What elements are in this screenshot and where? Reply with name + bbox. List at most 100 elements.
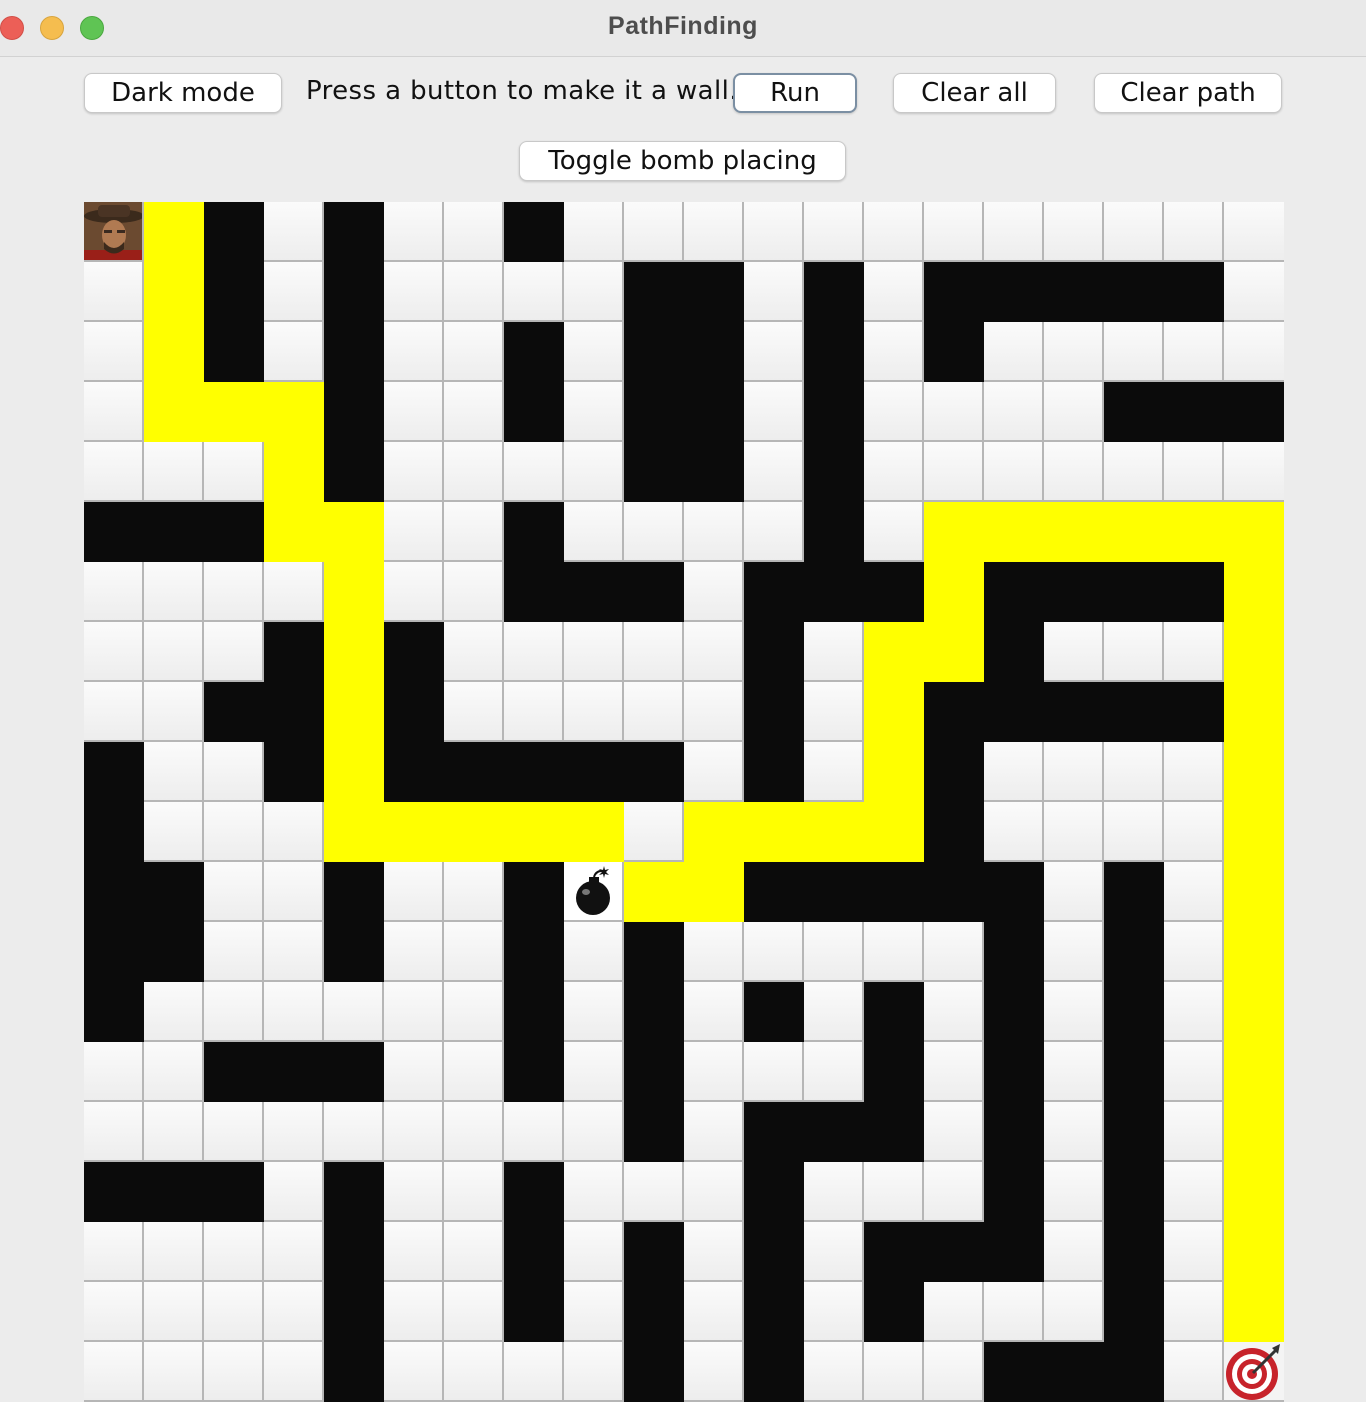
grid-cell-wall[interactable]: [984, 1042, 1044, 1102]
grid-cell-empty[interactable]: [624, 682, 684, 742]
grid-cell-wall[interactable]: [1104, 922, 1164, 982]
grid-cell-empty[interactable]: [1164, 922, 1224, 982]
grid-cell-empty[interactable]: [1164, 1042, 1224, 1102]
grid-cell-empty[interactable]: [804, 922, 864, 982]
grid-cell-path[interactable]: [804, 802, 864, 862]
grid-cell-wall[interactable]: [624, 982, 684, 1042]
grid-cell-empty[interactable]: [384, 982, 444, 1042]
grid-cell-empty[interactable]: [444, 1102, 504, 1162]
grid-cell-wall[interactable]: [624, 922, 684, 982]
grid-cell-wall[interactable]: [804, 502, 864, 562]
grid-cell-empty[interactable]: [744, 262, 804, 322]
grid-cell-wall[interactable]: [1104, 982, 1164, 1042]
grid-cell-wall[interactable]: [1104, 382, 1164, 442]
grid-cell-wall[interactable]: [1224, 382, 1284, 442]
grid-cell-empty[interactable]: [924, 1342, 984, 1402]
grid-cell-empty[interactable]: [924, 982, 984, 1042]
grid-cell-start[interactable]: [84, 202, 144, 262]
grid-cell-wall[interactable]: [324, 262, 384, 322]
grid-cell-empty[interactable]: [144, 622, 204, 682]
grid-cell-wall[interactable]: [384, 682, 444, 742]
run-button[interactable]: Run: [733, 73, 857, 113]
grid-cell-wall[interactable]: [684, 382, 744, 442]
grid-cell-wall[interactable]: [624, 322, 684, 382]
grid-cell-wall[interactable]: [204, 202, 264, 262]
grid-cell-path[interactable]: [744, 802, 804, 862]
grid-cell-empty[interactable]: [504, 1342, 564, 1402]
grid-cell-path[interactable]: [924, 562, 984, 622]
grid-cell-empty[interactable]: [444, 922, 504, 982]
grid-cell-empty[interactable]: [804, 982, 864, 1042]
grid-cell-empty[interactable]: [1164, 1102, 1224, 1162]
grid-cell-path[interactable]: [1224, 1222, 1284, 1282]
grid-cell-path[interactable]: [384, 802, 444, 862]
grid-cell-empty[interactable]: [564, 502, 624, 562]
grid-cell-empty[interactable]: [1044, 202, 1104, 262]
grid-cell-empty[interactable]: [444, 382, 504, 442]
grid-cell-empty[interactable]: [144, 1342, 204, 1402]
grid-cell-wall[interactable]: [264, 1042, 324, 1102]
grid-cell-empty[interactable]: [204, 922, 264, 982]
grid-cell-empty[interactable]: [384, 202, 444, 262]
grid-cell-wall[interactable]: [1044, 262, 1104, 322]
grid-cell-empty[interactable]: [444, 442, 504, 502]
grid-cell-wall[interactable]: [84, 742, 144, 802]
grid-cell-empty[interactable]: [1164, 202, 1224, 262]
grid-cell-path[interactable]: [864, 742, 924, 802]
grid-cell-empty[interactable]: [684, 982, 744, 1042]
grid-cell-empty[interactable]: [1044, 382, 1104, 442]
grid-cell-empty[interactable]: [144, 442, 204, 502]
grid-cell-empty[interactable]: [1044, 1042, 1104, 1102]
grid-cell-path[interactable]: [1164, 502, 1224, 562]
grid-cell-empty[interactable]: [144, 1282, 204, 1342]
grid-cell-empty[interactable]: [864, 202, 924, 262]
grid-cell-wall[interactable]: [504, 322, 564, 382]
grid-cell-wall[interactable]: [444, 742, 504, 802]
grid-cell-wall[interactable]: [864, 982, 924, 1042]
grid-cell-wall[interactable]: [504, 922, 564, 982]
grid-cell-empty[interactable]: [264, 1162, 324, 1222]
grid-cell-wall[interactable]: [924, 1222, 984, 1282]
grid-cell-path[interactable]: [1224, 502, 1284, 562]
grid-cell-wall[interactable]: [864, 862, 924, 922]
grid-cell-path[interactable]: [924, 622, 984, 682]
grid-cell-empty[interactable]: [564, 1102, 624, 1162]
grid-cell-wall[interactable]: [324, 1282, 384, 1342]
grid-cell-empty[interactable]: [204, 1282, 264, 1342]
grid-cell-wall[interactable]: [924, 322, 984, 382]
grid-cell-wall[interactable]: [504, 502, 564, 562]
grid-cell-empty[interactable]: [384, 502, 444, 562]
grid-cell-empty[interactable]: [384, 322, 444, 382]
grid-cell-wall[interactable]: [324, 862, 384, 922]
grid-cell-wall[interactable]: [744, 1102, 804, 1162]
grid-cell-empty[interactable]: [564, 202, 624, 262]
grid-cell-wall[interactable]: [1104, 1342, 1164, 1402]
grid-cell-path[interactable]: [1224, 802, 1284, 862]
grid-cell-empty[interactable]: [564, 1042, 624, 1102]
grid-cell-empty[interactable]: [564, 922, 624, 982]
grid-cell-empty[interactable]: [444, 862, 504, 922]
grid-cell-wall[interactable]: [684, 442, 744, 502]
grid-cell-empty[interactable]: [84, 322, 144, 382]
grid-cell-empty[interactable]: [384, 1162, 444, 1222]
grid-cell-wall[interactable]: [84, 982, 144, 1042]
grid-cell-empty[interactable]: [624, 802, 684, 862]
grid-cell-wall[interactable]: [804, 322, 864, 382]
grid-cell-empty[interactable]: [264, 562, 324, 622]
grid-cell-path[interactable]: [504, 802, 564, 862]
grid-cell-empty[interactable]: [684, 1342, 744, 1402]
grid-cell-wall[interactable]: [744, 562, 804, 622]
grid-cell-empty[interactable]: [744, 322, 804, 382]
grid-cell-wall[interactable]: [744, 682, 804, 742]
grid-cell-empty[interactable]: [1104, 442, 1164, 502]
grid-cell-wall[interactable]: [684, 262, 744, 322]
grid-cell-wall[interactable]: [504, 982, 564, 1042]
grid-cell-empty[interactable]: [1224, 202, 1284, 262]
grid-cell-empty[interactable]: [1044, 322, 1104, 382]
grid-cell-empty[interactable]: [264, 262, 324, 322]
grid-cell-empty[interactable]: [384, 862, 444, 922]
grid-cell-empty[interactable]: [924, 1162, 984, 1222]
grid-cell-path[interactable]: [684, 862, 744, 922]
grid-cell-empty[interactable]: [1044, 622, 1104, 682]
grid-cell-empty[interactable]: [324, 1102, 384, 1162]
